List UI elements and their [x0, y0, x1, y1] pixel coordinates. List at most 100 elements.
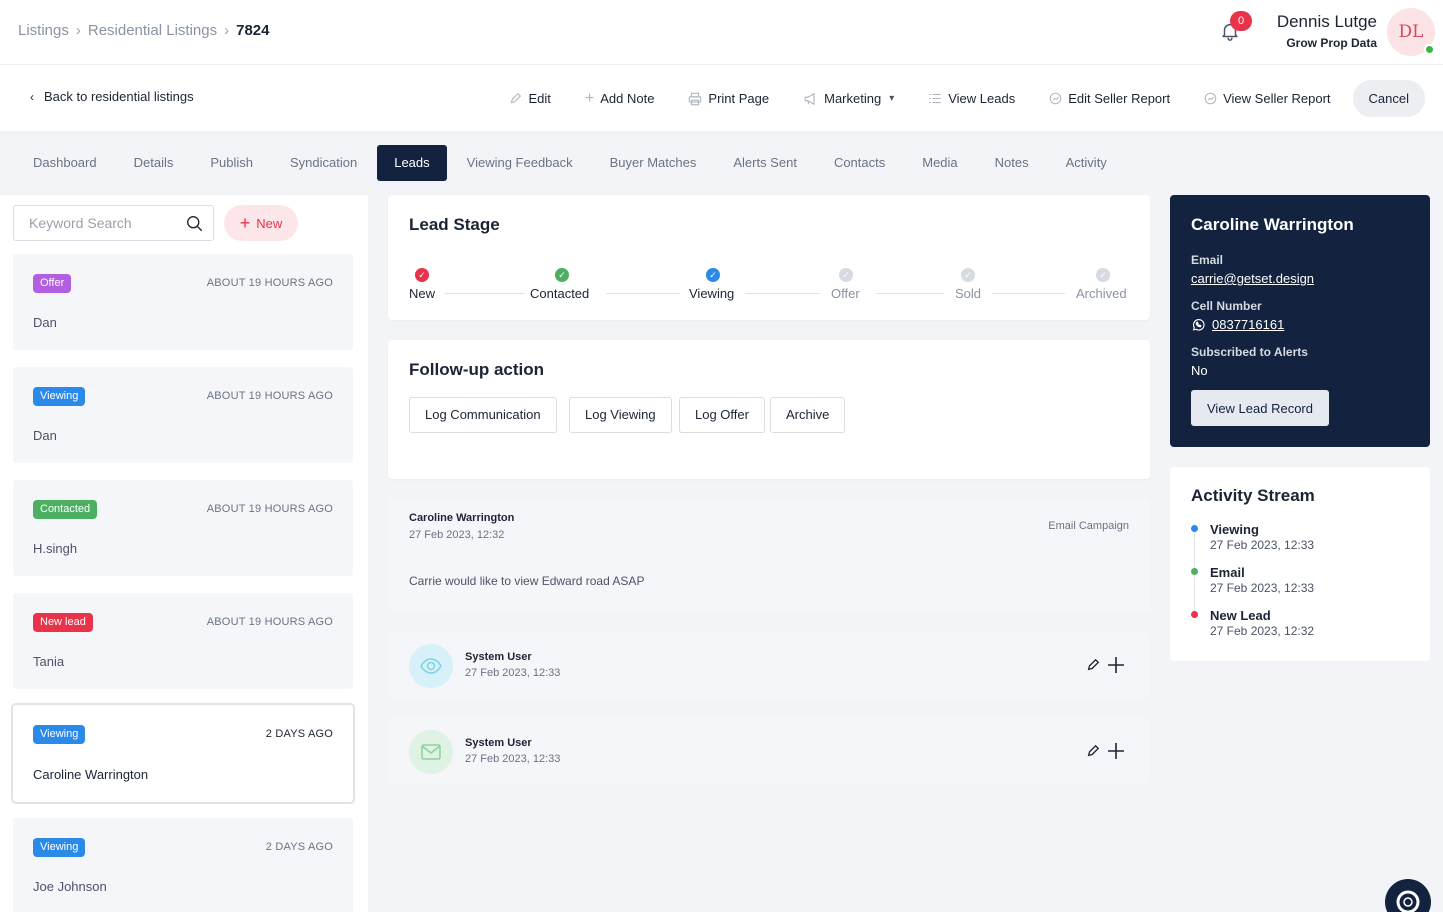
activity-user: System User: [465, 651, 532, 663]
pencil-icon[interactable]: [1086, 744, 1100, 758]
printer-icon: [689, 92, 702, 105]
activity-entry: System User 27 Feb 2023, 12:33: [388, 632, 1150, 698]
print-page-button[interactable]: Print Page: [688, 91, 769, 106]
email-link[interactable]: carrie@getset.design: [1191, 271, 1314, 286]
list-item[interactable]: Contacted ABOUT 19 HOURS AGO H.singh: [13, 480, 353, 576]
stage-connector: [445, 293, 525, 294]
whatsapp-icon: [1192, 318, 1205, 331]
message-body: Carrie would like to view Edward road AS…: [409, 574, 645, 588]
report-icon: [1049, 92, 1062, 105]
search-input[interactable]: [14, 206, 174, 240]
lead-name: Caroline Warrington: [33, 767, 149, 782]
cancel-button[interactable]: Cancel: [1352, 80, 1425, 117]
stage-pending-check-icon: ✓: [839, 268, 853, 282]
plus-icon[interactable]: [1107, 656, 1125, 674]
activity-stream-card: Activity Stream Viewing 27 Feb 2023, 12:…: [1170, 467, 1430, 661]
archive-button[interactable]: Archive: [770, 397, 846, 433]
plus-icon[interactable]: [1107, 742, 1125, 760]
follow-up-title: Follow-up action: [409, 360, 545, 379]
list-item[interactable]: Viewing ABOUT 19 HOURS AGO Dan: [13, 367, 353, 463]
lead-name: Dan: [33, 428, 57, 443]
stage-label: Sold: [955, 286, 982, 301]
back-to-listings-link[interactable]: ‹ Back to residential listings: [30, 89, 194, 104]
log-communication-button[interactable]: Log Communication: [409, 397, 557, 433]
cell-number-link[interactable]: 0837716161: [1212, 317, 1284, 332]
stream-item-date: 27 Feb 2023, 12:33: [1210, 538, 1315, 552]
view-lead-record-button[interactable]: View Lead Record: [1191, 390, 1329, 426]
list-item-selected[interactable]: Viewing 2 DAYS AGO Caroline Warrington: [11, 703, 355, 804]
lead-message-card: Caroline Warrington 27 Feb 2023, 12:32 E…: [388, 499, 1150, 611]
log-offer-button[interactable]: Log Offer: [679, 397, 765, 433]
add-note-button[interactable]: + Add Note: [585, 90, 655, 108]
tab-contacts[interactable]: Contacts: [817, 145, 902, 181]
view-seller-report-button[interactable]: View Seller Report: [1204, 91, 1331, 106]
stage-label: Archived: [1076, 286, 1127, 301]
tab-buyer-matches[interactable]: Buyer Matches: [593, 145, 714, 181]
tab-notes[interactable]: Notes: [978, 145, 1046, 181]
breadcrumb-listings[interactable]: Listings: [18, 22, 69, 39]
log-viewing-button[interactable]: Log Viewing: [569, 397, 672, 433]
lead-name: H.singh: [33, 541, 78, 556]
subscribed-alerts-label: Subscribed to Alerts: [1191, 345, 1308, 359]
lifebuoy-icon: [1396, 890, 1420, 912]
print-page-label: Print Page: [708, 91, 770, 106]
view-leads-button[interactable]: View Leads: [928, 91, 1015, 106]
support-chat-button[interactable]: [1385, 879, 1431, 912]
status-badge: Viewing: [33, 838, 86, 857]
follow-up-card: Follow-up action Log Communication Log V…: [388, 340, 1150, 479]
listing-actions: Edit + Add Note Print Page Marketing ▾ V…: [475, 80, 1425, 117]
tab-alerts-sent[interactable]: Alerts Sent: [716, 145, 814, 181]
message-author: Caroline Warrington: [409, 512, 515, 524]
edit-button[interactable]: Edit: [509, 91, 551, 106]
stage-connector: [992, 293, 1065, 294]
breadcrumb-residential-listings[interactable]: Residential Listings: [88, 22, 217, 39]
edit-seller-report-label: Edit Seller Report: [1068, 91, 1171, 106]
breadcrumb-current: 7824: [236, 22, 270, 39]
chevron-right-icon: ›: [75, 22, 81, 39]
chevron-right-icon: ›: [224, 22, 230, 39]
status-badge: New lead: [33, 613, 93, 632]
lead-name: Dan: [33, 315, 57, 330]
new-lead-button[interactable]: + New: [224, 205, 298, 241]
marketing-label: Marketing: [824, 91, 882, 106]
message-source: Email Campaign: [1048, 520, 1129, 532]
lead-time: ABOUT 19 HOURS AGO: [206, 277, 333, 289]
tab-syndication[interactable]: Syndication: [273, 145, 374, 181]
search-box: [13, 205, 214, 241]
status-badge: Contacted: [33, 500, 98, 519]
tab-publish[interactable]: Publish: [193, 145, 270, 181]
pencil-icon[interactable]: [1086, 658, 1100, 672]
lead-time: ABOUT 19 HOURS AGO: [206, 390, 333, 402]
list-item[interactable]: Offer ABOUT 19 HOURS AGO Dan: [13, 254, 353, 350]
listing-tabs: Dashboard Details Publish Syndication Le…: [16, 145, 1127, 181]
tab-media[interactable]: Media: [905, 145, 974, 181]
activity-entry: System User 27 Feb 2023, 12:33: [388, 718, 1150, 784]
lead-stage-card: Lead Stage ✓ New ✓ Contacted ✓ Viewing ✓…: [388, 195, 1150, 320]
list-item[interactable]: Viewing 2 DAYS AGO Joe Johnson: [13, 818, 353, 912]
list-item[interactable]: New lead ABOUT 19 HOURS AGO Tania: [13, 593, 353, 689]
leads-list-panel: + New Offer ABOUT 19 HOURS AGO Dan Viewi…: [0, 195, 368, 912]
tab-leads[interactable]: Leads: [377, 145, 447, 181]
edit-seller-report-button[interactable]: Edit Seller Report: [1049, 91, 1170, 106]
stage-label: Viewing: [689, 286, 735, 301]
stage-pending-check-icon: ✓: [961, 268, 975, 282]
stage-connector: [606, 293, 680, 294]
tab-viewing-feedback[interactable]: Viewing Feedback: [450, 145, 590, 181]
tab-activity[interactable]: Activity: [1049, 145, 1124, 181]
marketing-dropdown[interactable]: Marketing ▾: [803, 91, 894, 106]
cell-number-label: Cell Number: [1191, 299, 1262, 313]
search-icon[interactable]: [186, 215, 203, 232]
activity-stream-title: Activity Stream: [1191, 486, 1315, 505]
view-seller-report-label: View Seller Report: [1223, 91, 1331, 106]
contact-name: Caroline Warrington: [1191, 215, 1354, 234]
tab-dashboard[interactable]: Dashboard: [16, 145, 114, 181]
report-icon: [1204, 92, 1217, 105]
notification-count-badge: 0: [1230, 11, 1252, 31]
email-label: Email: [1191, 253, 1224, 267]
stream-item-title: Viewing: [1210, 522, 1259, 537]
status-badge: Offer: [33, 274, 72, 293]
stage-label: Offer: [831, 286, 860, 301]
plus-icon: +: [584, 89, 595, 107]
tab-details[interactable]: Details: [117, 145, 191, 181]
back-link-label: Back to residential listings: [44, 89, 194, 104]
